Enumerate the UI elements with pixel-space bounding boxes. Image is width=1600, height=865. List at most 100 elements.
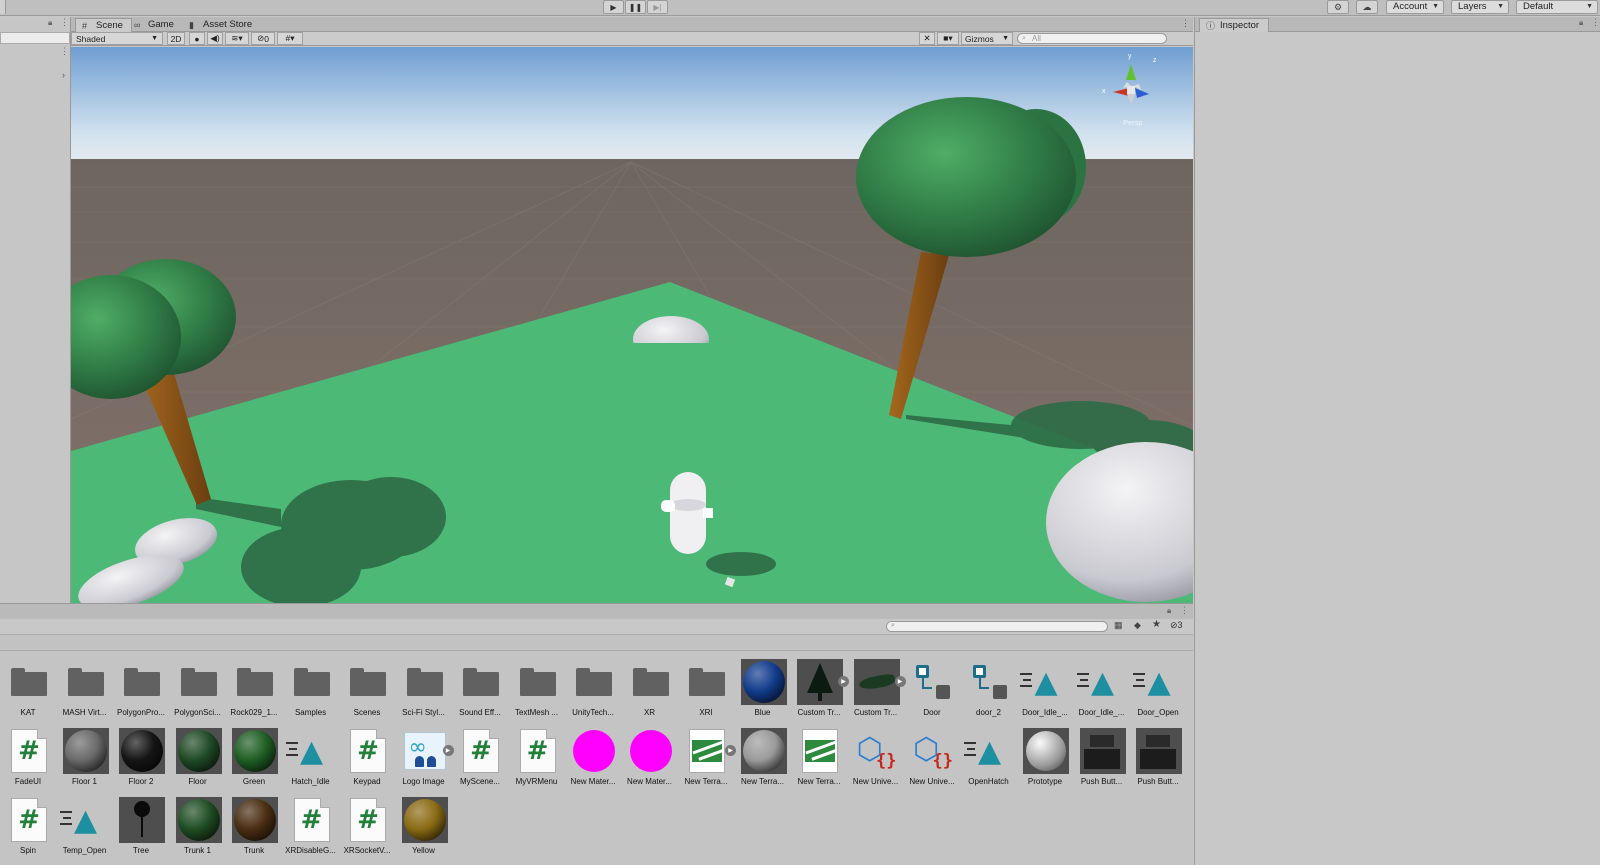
asset-item[interactable]: PolygonSci... [170,659,226,727]
tab-label: Scene [96,20,123,31]
asset-item[interactable]: ▲ OpenHatch [961,728,1017,796]
asset-item[interactable]: New Mater... [622,728,678,796]
layers-dropdown[interactable]: Layers ▼ [1451,0,1509,14]
asset-item[interactable]: ▶ New Terra... [678,728,736,796]
asset-item[interactable]: ∞ ▶ Logo Image [396,728,454,796]
asset-item[interactable]: Floor [170,728,226,796]
asset-item[interactable]: XR [622,659,678,727]
camera-dropdown[interactable]: ■▾ [937,32,959,45]
tab-game[interactable]: ∞ Game [128,18,182,32]
asset-thumbnail [402,659,448,705]
menu-dots-icon[interactable]: ⋮ [1591,17,1600,28]
pause-button[interactable]: ❚❚ [625,0,646,14]
effects-icon: ≋▾ [231,33,243,43]
scene-viewport[interactable]: y x z Persp [71,47,1193,603]
asset-item[interactable]: KAT [0,659,56,727]
asset-item[interactable]: # XRDisableG... [283,797,339,865]
asset-thumbnail [740,728,787,774]
audio-toggle[interactable]: ◀) [207,32,223,45]
shading-mode-dropdown[interactable]: Shaded ▼ [71,32,163,45]
asset-item[interactable]: Sci-Fi Styl... [396,659,452,727]
asset-item[interactable]: Blue [735,659,791,727]
asset-item[interactable]: PolygonPro... [113,659,169,727]
tag-icon[interactable]: ◆ [1134,620,1141,631]
filter-type-icon[interactable]: ▦ [1114,620,1123,631]
hidden-objects-toggle[interactable]: ⊘ 0 [251,32,275,45]
asset-item[interactable]: ▲ Temp_Open [57,797,113,865]
lock-icon[interactable]: 🔒︎ [1579,18,1583,28]
asset-item[interactable]: UnityTech... [565,659,621,727]
effects-dropdown[interactable]: ≋▾ [225,32,249,45]
menu-dots-icon[interactable]: ⋮ [1181,18,1190,29]
toggle-2d-button[interactable]: 2D [167,32,185,45]
star-icon[interactable]: ★ [1152,619,1161,630]
asset-item[interactable]: door_2 [961,659,1017,727]
account-dropdown[interactable]: Account ▼ [1386,0,1444,14]
asset-thumbnail [797,728,843,774]
asset-item[interactable]: Trunk 1 [170,797,226,865]
asset-item[interactable]: Tree [113,797,169,865]
asset-item[interactable]: Samples [283,659,339,727]
hierarchy-search-input[interactable] [0,32,70,44]
asset-label: New Unive... [852,777,899,786]
asset-item[interactable]: ▲ Door_Idle_... [1017,659,1073,727]
asset-item[interactable]: # Spin [0,797,56,865]
gizmos-dropdown[interactable]: Gizmos ▼ [961,32,1013,45]
asset-item[interactable]: Floor 2 [113,728,169,796]
asset-item[interactable]: Sound Eff... [452,659,508,727]
cloud-button[interactable]: ☁ [1356,0,1378,14]
tab-inspector[interactable]: ⓘ Inspector [1199,18,1269,32]
asset-item[interactable]: ▲ Door_Open [1130,659,1186,727]
lock-icon[interactable]: 🔒︎ [48,18,52,28]
asset-item[interactable]: New Terra... [735,728,791,796]
asset-item[interactable]: ⬡{} New Unive... [848,728,904,796]
lock-icon[interactable]: 🔒︎ [1167,606,1171,616]
asset-item[interactable]: Trunk [226,797,282,865]
collab-button[interactable]: ⚙ [1327,0,1349,14]
tools-button[interactable]: ✕ [919,32,935,45]
menu-dots-icon[interactable]: ⋮ [60,46,69,57]
menu-dots-icon[interactable]: ⋮ [1180,605,1189,616]
asset-item[interactable]: New Mater... [565,728,621,796]
hidden-packages-toggle[interactable]: ⊘3 [1170,620,1183,631]
asset-item[interactable]: Scenes [339,659,395,727]
chevron-right-icon[interactable]: › [62,70,65,80]
tab-asset-store[interactable]: ▮ Asset Store [183,18,260,32]
play-button[interactable]: ▶ [603,0,624,14]
asset-item[interactable]: ▲ Hatch_Idle [283,728,339,796]
menu-dots-icon[interactable]: ⋮ [60,17,69,28]
tab-scene[interactable]: # Scene [75,18,132,32]
asset-item[interactable]: XRI [678,659,734,727]
asset-item[interactable]: MASH Virt... [57,659,113,727]
asset-item[interactable]: Rock029_1... [226,659,282,727]
asset-item[interactable]: # XRSocketV... [339,797,395,865]
asset-item[interactable]: # FadeUI [0,728,56,796]
project-search-input[interactable]: ⌕ [886,621,1108,632]
axis-y-label: y [1128,53,1132,60]
asset-item[interactable]: ⬡{} New Unive... [904,728,960,796]
step-button[interactable]: ▶| [647,0,668,14]
asset-item[interactable]: # MyVRMenu [509,728,565,796]
asset-item[interactable]: Floor 1 [57,728,113,796]
orientation-gizmo[interactable]: y x z Persp [1101,52,1161,132]
asset-item[interactable]: Green [226,728,282,796]
layout-dropdown[interactable]: Default ▼ [1516,0,1598,14]
asset-item[interactable]: New Terra... [791,728,847,796]
asset-item[interactable]: Door [904,659,960,727]
asset-item[interactable]: # Keypad [339,728,395,796]
toolbar-edge-button[interactable] [0,0,6,14]
prototype-sphere-icon [1026,731,1066,771]
asset-item[interactable]: Push Butt... [1074,728,1130,796]
asset-item[interactable]: # MyScene... [452,728,508,796]
lighting-toggle[interactable]: ● [189,32,205,45]
projection-label[interactable]: Persp [1123,118,1143,127]
asset-item[interactable]: ▶ Custom Tr... [791,659,849,727]
asset-item[interactable]: Yellow [396,797,452,865]
asset-item[interactable]: Push Butt... [1130,728,1186,796]
asset-item[interactable]: TextMesh ... [509,659,565,727]
grid-dropdown[interactable]: #▾ [277,32,303,45]
asset-item[interactable]: ▲ Door_Idle_... [1074,659,1130,727]
asset-item[interactable]: Prototype [1017,728,1073,796]
scene-search-input[interactable]: ⌕ All [1017,33,1167,44]
asset-item[interactable]: ▶ Custom Tr... [848,659,906,727]
